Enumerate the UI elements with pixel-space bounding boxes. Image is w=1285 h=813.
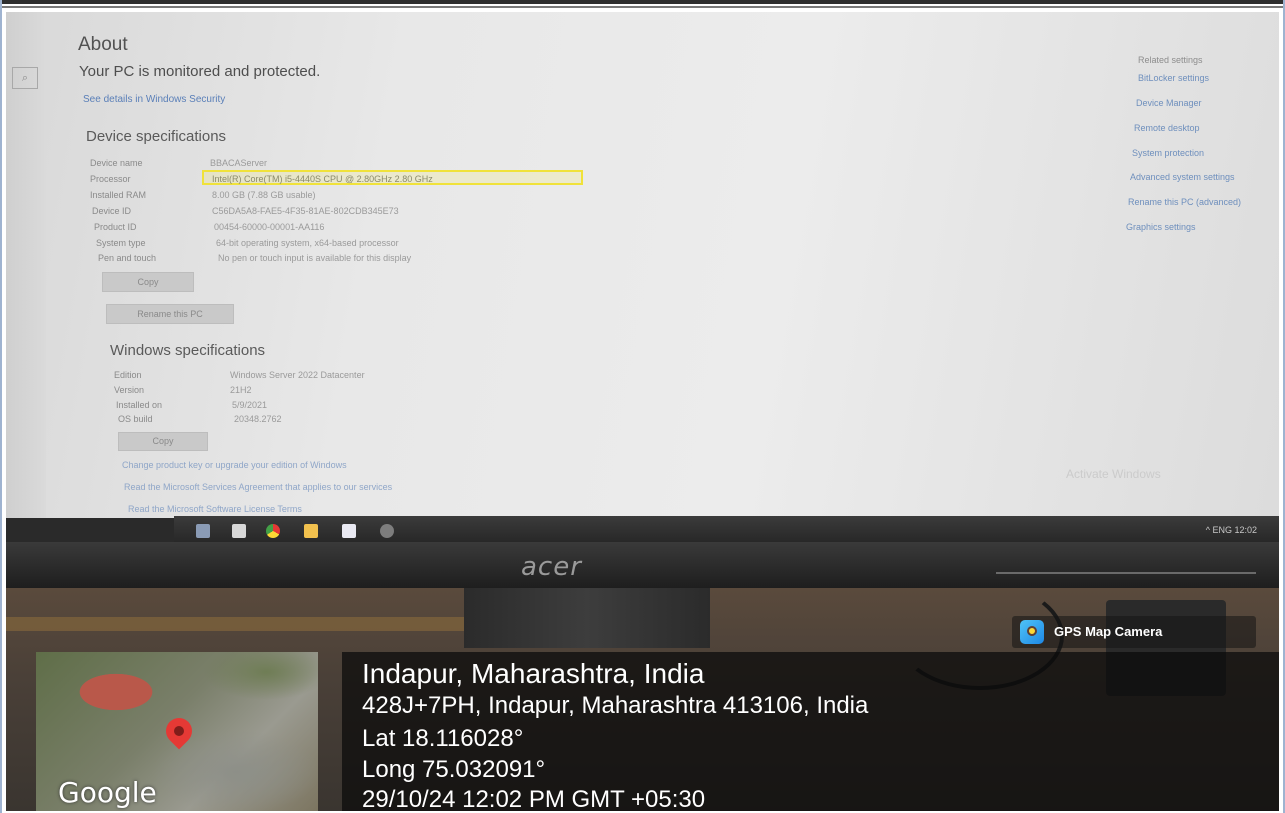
chrome-icon[interactable]: [266, 524, 280, 538]
windows-specs-heading: Windows specifications: [110, 342, 266, 359]
monitor-bezel: [6, 542, 1279, 588]
related-link-graphics[interactable]: Graphics settings: [1126, 222, 1196, 232]
spec-value: Windows Server 2022 Datacenter: [230, 370, 365, 380]
spec-label: Product ID: [94, 222, 137, 232]
spec-value: 00454-60000-00001-AA116: [214, 222, 325, 232]
gps-app-badge: GPS Map Camera: [1012, 616, 1256, 648]
gps-datetime: 29/10/24 12:02 PM GMT +05:30: [362, 786, 706, 811]
gps-address: 428J+7PH, Indapur, Maharashtra 413106, I…: [362, 692, 869, 719]
spec-value: 20348.2762: [234, 414, 282, 424]
spec-value: 5/9/2021: [232, 400, 268, 410]
spec-value: BBACAServer: [210, 158, 268, 168]
related-link-system-protection[interactable]: System protection: [1132, 148, 1204, 158]
related-link-bitlocker[interactable]: BitLocker settings: [1138, 73, 1209, 83]
rename-pc-button[interactable]: Rename this PC: [106, 304, 234, 324]
task-view-icon[interactable]: [196, 524, 210, 538]
related-link-device-manager[interactable]: Device Manager: [1136, 98, 1202, 108]
gps-camera-icon: [1020, 620, 1044, 644]
spec-label: Pen and touch: [98, 253, 157, 263]
protection-status: Your PC is monitored and protected.: [79, 63, 321, 80]
services-agreement-link[interactable]: Read the Microsoft Services Agreement th…: [124, 482, 392, 492]
spec-label: Installed on: [116, 400, 163, 410]
gps-info-panel: Indapur, Maharashtra, India 428J+7PH, In…: [342, 652, 1279, 811]
document-rule-top: [0, 0, 1285, 4]
gps-latitude: Lat 18.116028°: [362, 725, 524, 752]
document-rule-left: [0, 0, 2, 813]
spec-value: 64-bit operating system, x64-based proce…: [216, 238, 399, 248]
settings-sidebar: ⌕: [6, 12, 46, 518]
settings-screen: ⌕ About Your PC is monitored and protect…: [6, 12, 1279, 518]
spec-value: 8.00 GB (7.88 GB usable): [212, 190, 316, 200]
system-tray[interactable]: ^ ENG 12:02: [1206, 525, 1257, 535]
license-terms-link[interactable]: Read the Microsoft Software License Term…: [128, 504, 302, 514]
related-link-advanced-system[interactable]: Advanced system settings: [1130, 172, 1235, 182]
copy-device-specs-button[interactable]: Copy: [102, 272, 194, 292]
spec-value: C56DA5A8-FAE5-4F35-81AE-802CDB345E73: [212, 206, 399, 216]
monitor-stand: [464, 588, 710, 648]
spec-value-processor: Intel(R) Core(TM) i5-4440S CPU @ 2.80GHz…: [212, 174, 433, 184]
related-settings-heading: Related settings: [1138, 55, 1203, 65]
document-rule-top-thin: [0, 6, 1285, 8]
acer-logo: acer: [521, 552, 582, 582]
folder-icon[interactable]: [304, 524, 318, 538]
spec-label: Device ID: [92, 206, 132, 216]
spec-label: Version: [114, 385, 145, 395]
spec-label: System type: [96, 238, 146, 248]
product-key-link[interactable]: Change product key or upgrade your editi…: [122, 460, 347, 470]
google-map-label: Google: [58, 776, 157, 809]
security-link[interactable]: See details in Windows Security: [83, 94, 225, 105]
spec-label: Installed RAM: [90, 190, 147, 200]
related-link-rename-advanced[interactable]: Rename this PC (advanced): [1128, 197, 1241, 207]
map-thumbnail: Google: [36, 652, 318, 811]
search-icon[interactable]: ⌕: [12, 67, 38, 89]
gps-city: Indapur, Maharashtra, India: [362, 658, 705, 689]
location-pin-icon: [160, 712, 198, 750]
page-title: About: [78, 34, 128, 55]
gps-app-name: GPS Map Camera: [1054, 624, 1163, 639]
spec-value: 21H2: [230, 385, 252, 395]
related-link-remote-desktop[interactable]: Remote desktop: [1134, 123, 1200, 133]
word-icon[interactable]: [342, 524, 356, 538]
spec-value: No pen or touch input is available for t…: [218, 253, 412, 263]
device-specs-heading: Device specifications: [86, 128, 227, 145]
desk-ruler: [6, 617, 466, 631]
monitor-photo: ⌕ About Your PC is monitored and protect…: [6, 12, 1279, 811]
copy-windows-specs-button[interactable]: Copy: [118, 432, 208, 451]
spec-label: Edition: [114, 370, 142, 380]
spec-label: OS build: [118, 414, 153, 424]
gps-longitude: Long 75.032091°: [362, 756, 546, 783]
activate-windows-watermark: Activate Windows: [1066, 467, 1161, 481]
spec-label: Processor: [90, 174, 131, 184]
file-icon[interactable]: [232, 524, 246, 538]
gear-icon[interactable]: [380, 524, 394, 538]
bezel-buttons: [996, 572, 1256, 574]
spec-label: Device name: [90, 158, 143, 168]
